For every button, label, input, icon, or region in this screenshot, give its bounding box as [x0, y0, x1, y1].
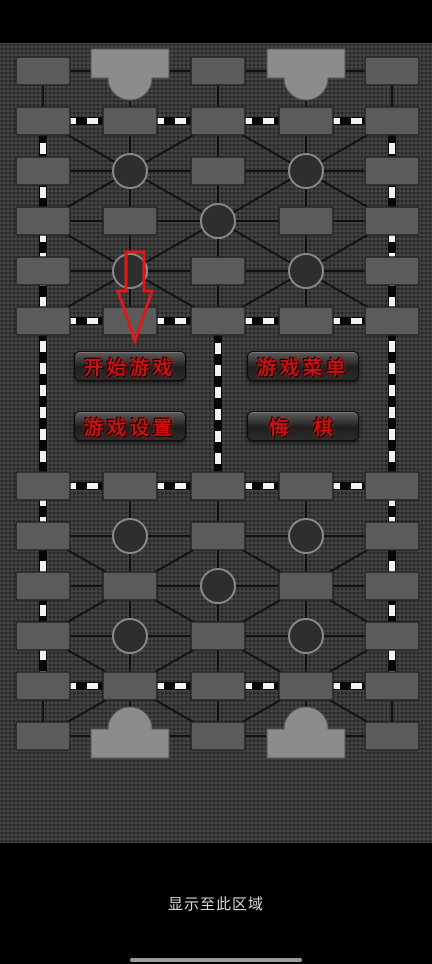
board-post	[190, 621, 246, 651]
board-post	[364, 156, 420, 186]
board-post	[190, 471, 246, 501]
board-post	[15, 306, 71, 336]
board-post	[364, 106, 420, 136]
board-post	[364, 256, 420, 286]
home-indicator[interactable]	[130, 958, 302, 962]
board-post	[190, 56, 246, 86]
board-post	[278, 106, 334, 136]
headquarters-top	[90, 48, 170, 101]
camp-circle	[200, 203, 236, 239]
board-post	[190, 156, 246, 186]
start-game-button[interactable]: 开始游戏	[74, 351, 186, 381]
board-post	[364, 471, 420, 501]
camp-circle	[112, 153, 148, 189]
board-post	[102, 106, 158, 136]
board-post	[102, 571, 158, 601]
camp-circle	[112, 253, 148, 289]
game-menu-button[interactable]: 游戏菜单	[247, 351, 359, 381]
board-post	[15, 521, 71, 551]
camp-circle	[288, 618, 324, 654]
board-post	[364, 306, 420, 336]
board-post	[278, 671, 334, 701]
board-post	[364, 571, 420, 601]
camp-circle	[288, 518, 324, 554]
board-post	[15, 156, 71, 186]
board-post	[190, 721, 246, 751]
board-post	[15, 621, 71, 651]
board-post	[15, 56, 71, 86]
board-grid	[15, 48, 420, 759]
camp-circle	[112, 518, 148, 554]
board-post	[190, 256, 246, 286]
camp-circle	[288, 153, 324, 189]
board-post	[364, 721, 420, 751]
camp-circle	[288, 253, 324, 289]
board-post	[278, 306, 334, 336]
undo-move-button[interactable]: 悔 棋	[247, 411, 359, 441]
board-post	[364, 206, 420, 236]
board-post	[190, 306, 246, 336]
board-post	[364, 521, 420, 551]
board-post	[15, 571, 71, 601]
board-post	[190, 671, 246, 701]
board-post	[15, 256, 71, 286]
headquarters-top	[266, 48, 346, 101]
board-post	[15, 471, 71, 501]
board-post	[364, 671, 420, 701]
board-post	[15, 671, 71, 701]
camp-circle	[112, 618, 148, 654]
game-board: 开始游戏 游戏菜单 游戏设置 悔 棋	[0, 43, 432, 843]
display-area-hint: 显示至此区域	[167, 895, 264, 913]
board-post	[15, 721, 71, 751]
board-post	[190, 106, 246, 136]
board-post	[278, 571, 334, 601]
camp-circle	[200, 568, 236, 604]
board-post	[190, 521, 246, 551]
headquarters-bottom	[266, 706, 346, 759]
board-post	[15, 206, 71, 236]
game-settings-button[interactable]: 游戏设置	[74, 411, 186, 441]
board-post	[278, 471, 334, 501]
board-post	[102, 671, 158, 701]
board-post	[278, 206, 334, 236]
board-post	[364, 621, 420, 651]
board-post	[15, 106, 71, 136]
board-post	[102, 206, 158, 236]
board-post	[364, 56, 420, 86]
headquarters-bottom	[90, 706, 170, 759]
board-post	[102, 471, 158, 501]
